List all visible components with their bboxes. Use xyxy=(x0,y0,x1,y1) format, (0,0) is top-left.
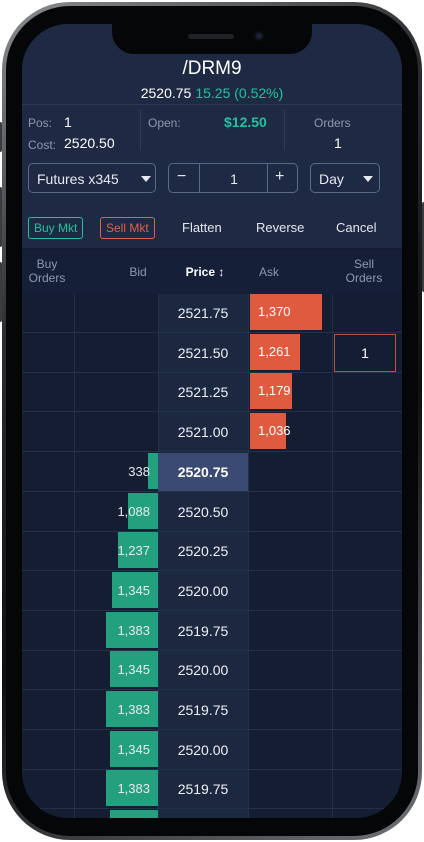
price-cell[interactable]: 2520.00 xyxy=(158,572,248,610)
open-label: Open: xyxy=(148,116,181,130)
bid-size-label: 1,345 xyxy=(117,583,150,598)
cost-value: 2520.50 xyxy=(64,135,115,151)
bid-size-label: 1,383 xyxy=(117,623,150,638)
price-cell[interactable]: 2520.00 xyxy=(158,651,248,689)
time-in-force-value: Day xyxy=(319,171,344,187)
divider xyxy=(140,110,141,150)
reverse-button[interactable]: Reverse xyxy=(256,220,304,235)
volume-up-button xyxy=(0,187,2,247)
speaker xyxy=(188,34,234,39)
ask-size-bar[interactable]: 1,261 xyxy=(250,334,300,370)
ask-size-bar[interactable]: 1,370 xyxy=(250,294,322,330)
price-cell[interactable]: 2521.25 xyxy=(158,373,248,411)
pos-value: 1 xyxy=(64,114,72,130)
divider xyxy=(267,164,268,192)
current-price-cell[interactable]: 2520.75 xyxy=(158,453,248,491)
account-value: Futures x345 xyxy=(37,171,119,187)
price-cell[interactable]: 2519.75 xyxy=(158,770,248,808)
flatten-button[interactable]: Flatten xyxy=(182,220,222,235)
row-divider xyxy=(22,332,402,333)
bid-size-label: 1,383 xyxy=(117,781,150,796)
bid-size-bar[interactable] xyxy=(110,810,158,818)
last-price: 2520.75 xyxy=(140,85,192,101)
bid-size-label: 1,088 xyxy=(117,504,150,519)
cancel-button[interactable]: Cancel xyxy=(336,220,376,235)
ask-size-bar[interactable]: 1,179 xyxy=(250,373,292,409)
ask-size-bar[interactable]: 1,036 xyxy=(250,413,291,449)
orders-value: 1 xyxy=(334,135,342,151)
bid-size-label: 1,237 xyxy=(117,543,150,558)
buy-market-button[interactable]: Buy Mkt xyxy=(28,217,84,239)
row-divider xyxy=(22,808,402,809)
row-divider xyxy=(22,729,402,730)
price-cell[interactable]: 2521.50 xyxy=(158,334,248,372)
notch xyxy=(112,24,312,54)
quote-header: /DRM9 2520.75 15.25 (0.52%) Pos: 1 Cost: … xyxy=(22,24,402,248)
net-change: 15.25 (0.52%) xyxy=(195,85,284,101)
price-cell[interactable]: 2520.50 xyxy=(158,493,248,531)
phone-frame: /DRM9 2520.75 15.25 (0.52%) Pos: 1 Cost: … xyxy=(0,2,424,840)
buy-orders-header: Buy Orders xyxy=(28,257,66,285)
bid-size-label: 1,345 xyxy=(117,662,150,677)
volume-down-button xyxy=(0,262,2,322)
camera xyxy=(254,31,264,41)
quantity-value[interactable]: 1 xyxy=(229,171,239,187)
sell-orders-header: Sell Orders xyxy=(345,257,383,285)
cost-label: Cost: xyxy=(28,138,57,152)
ladder-column-header: Buy Orders Bid Price ↕ Ask Sell Orders xyxy=(22,250,402,294)
price-cell[interactable]: 2520.00 xyxy=(158,731,248,769)
divider xyxy=(284,110,285,150)
chevron-down-icon xyxy=(141,176,151,182)
sell-market-button[interactable]: Sell Mkt xyxy=(100,217,155,239)
bid-header: Bid xyxy=(129,265,147,279)
row-divider xyxy=(22,411,402,412)
mute-switch xyxy=(0,122,2,152)
sell-order-marker[interactable]: 1 xyxy=(334,334,396,372)
price-cell[interactable]: 2521.00 xyxy=(158,413,248,451)
divider xyxy=(199,164,200,192)
sort-icon: ↕ xyxy=(218,265,225,279)
symbol-title: /DRM9 xyxy=(182,58,242,79)
price-cell[interactable]: 2520.25 xyxy=(158,532,248,570)
price-cell[interactable]: 2521.75 xyxy=(158,294,248,332)
plus-icon[interactable]: + xyxy=(275,168,284,186)
row-divider xyxy=(22,491,402,492)
orders-label: Orders xyxy=(314,116,351,130)
row-divider xyxy=(22,451,402,452)
account-dropdown[interactable]: Futures x345 xyxy=(28,163,156,193)
bid-size-label: 1,345 xyxy=(117,742,150,757)
price-cell[interactable]: 2519.75 xyxy=(158,612,248,650)
pos-label: Pos: xyxy=(28,116,53,130)
app-screen: /DRM9 2520.75 15.25 (0.52%) Pos: 1 Cost: … xyxy=(22,24,402,818)
price-header: Price xyxy=(185,265,215,279)
row-divider xyxy=(22,689,402,690)
last-price-line: 2520.75 15.25 (0.52%) xyxy=(22,85,402,101)
minus-icon[interactable]: − xyxy=(177,168,186,186)
time-in-force-dropdown[interactable]: Day xyxy=(310,163,380,193)
open-pnl-value: $12.50 xyxy=(224,114,267,130)
row-divider xyxy=(22,610,402,611)
action-bar: Buy Mkt Sell Mkt Flatten Reverse Cancel xyxy=(22,214,402,248)
ask-header: Ask xyxy=(258,265,279,279)
price-ladder: 2521.75 1,370 2521.50 1,261 1 2521.25 1,179 252… xyxy=(22,294,402,818)
quantity-stepper[interactable]: − 1 + xyxy=(168,163,298,193)
bid-size-label: 1,383 xyxy=(117,702,150,717)
price-cell[interactable]: 2520.00 xyxy=(158,810,248,818)
row-divider xyxy=(22,570,402,571)
chevron-down-icon xyxy=(363,176,373,182)
bid-size-label: 338 xyxy=(128,464,150,479)
price-sort-header[interactable]: Price ↕ xyxy=(170,265,240,279)
price-cell[interactable]: 2519.75 xyxy=(158,691,248,729)
